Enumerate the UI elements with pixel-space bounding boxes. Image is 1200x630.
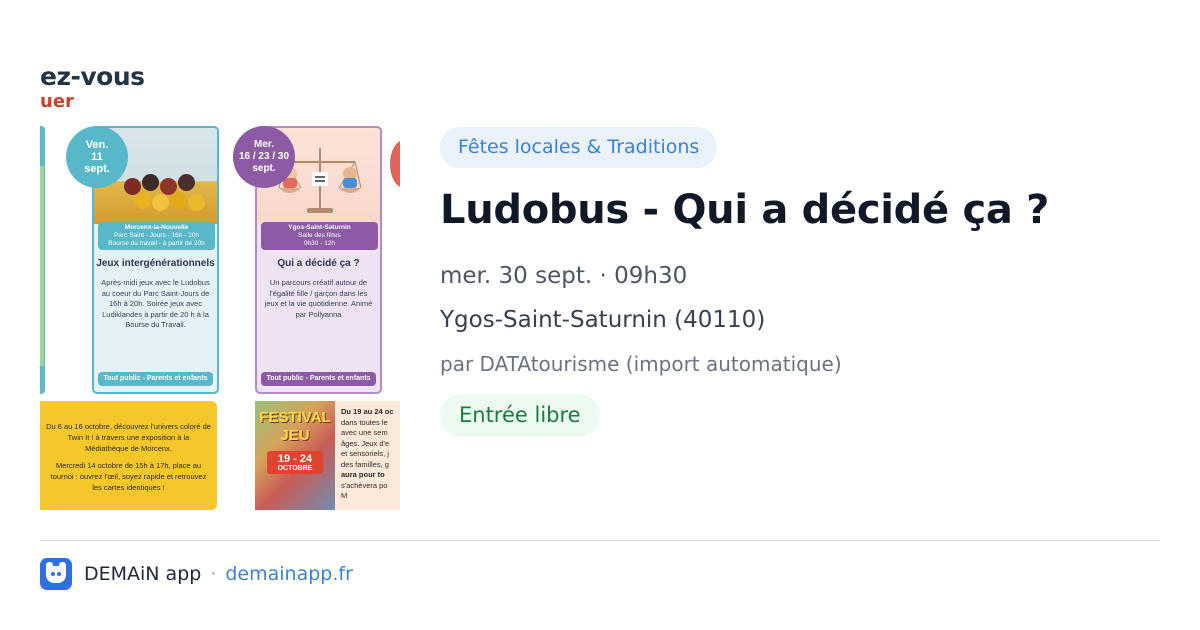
event-author: par DATAtourisme (import automatique) bbox=[440, 352, 842, 376]
poster-card-right-footer: Tout public - Parents et enfants bbox=[261, 372, 376, 386]
place-line: Morcenx-la-Nouvelle bbox=[124, 224, 189, 231]
poster-card-right-place: Ygos-Saint-Saturnin Salle des fêtes 9h30… bbox=[261, 222, 378, 250]
poster-date-bubble-right: Mer. 16 / 23 / 30 sept. bbox=[233, 126, 295, 188]
price-badge: Entrée libre bbox=[440, 394, 600, 437]
festival-word: FESTIVAL JEU bbox=[259, 409, 331, 444]
game-ball bbox=[188, 194, 205, 211]
poster-card-right-body: Un parcours créatif autour de l'égalité … bbox=[264, 278, 373, 319]
festival-dates: 19 - 24 OCTOBRE bbox=[267, 451, 323, 474]
peach-line: avec une sem bbox=[341, 428, 388, 437]
date-line: 11 bbox=[91, 151, 103, 163]
face bbox=[46, 566, 66, 583]
date-line: sept. bbox=[84, 163, 110, 175]
peach-line: et sensoriels, j bbox=[341, 449, 389, 458]
poster-festival-image: FESTIVAL JEU 19 - 24 OCTOBRE bbox=[255, 401, 335, 510]
game-ball bbox=[152, 194, 169, 211]
event-datetime: mer. 30 sept. · 09h30 bbox=[440, 263, 688, 289]
poster-card-left-footer: Tout public - Parents et enfants bbox=[98, 372, 213, 386]
game-ball bbox=[142, 174, 159, 191]
poster-date-bubble-left: Ven. 11 sept. bbox=[66, 126, 128, 188]
peach-line: Du 19 au 24 oc bbox=[341, 407, 394, 416]
place-line: Parc Saint - Jours - 16h - 20h bbox=[114, 232, 199, 239]
poster-yellow-text: Mercredi 14 octobre de 15h à 17h, place … bbox=[50, 461, 207, 492]
peach-line: M bbox=[341, 491, 348, 500]
app-link[interactable]: demainapp.fr bbox=[225, 563, 353, 585]
category-badge: Fêtes locales & Traditions bbox=[440, 127, 718, 168]
poster-card-left-title: Jeux intergénérationnels bbox=[96, 258, 215, 269]
festival-month: OCTOBRE bbox=[277, 465, 313, 472]
poster-heading: ez-vous bbox=[40, 62, 145, 91]
eye bbox=[57, 572, 61, 576]
place-line: Ygos-Saint-Saturnin bbox=[288, 224, 351, 231]
footer-divider bbox=[40, 540, 1160, 541]
peach-line: aura pour to bbox=[341, 470, 385, 479]
date-line: sept. bbox=[252, 163, 276, 174]
date-line: Mer. bbox=[253, 139, 274, 150]
app-name: DEMAiN app bbox=[84, 563, 202, 585]
poster-card-left-place: Morcenx-la-Nouvelle Parc Saint - Jours -… bbox=[98, 222, 215, 250]
peach-line: des familles, g bbox=[341, 459, 389, 469]
festival-days: 19 - 24 bbox=[277, 453, 313, 465]
poster-yellow-box: Du 6 au 16 octobre, découvrez l'univers … bbox=[40, 401, 217, 510]
game-ball bbox=[178, 174, 195, 191]
cat-face-icon bbox=[40, 558, 72, 590]
date-line: Ven. bbox=[85, 139, 109, 151]
game-ball bbox=[170, 192, 187, 209]
peach-line: âges. Jeux d'e bbox=[341, 438, 390, 448]
place-line: Salle des fêtes bbox=[298, 232, 341, 239]
event-title: Ludobus - Qui a décidé ça ? bbox=[440, 187, 1050, 233]
eye bbox=[51, 572, 55, 576]
poster-yellow-text: Du 6 au 16 octobre, découvrez l'univers … bbox=[46, 422, 211, 453]
poster-edge-bubble bbox=[390, 140, 400, 188]
poster-peach-box: Du 19 au 24 oc dans toutes le avec une s… bbox=[335, 401, 400, 510]
event-location: Ygos-Saint-Saturnin (40110) bbox=[440, 307, 766, 333]
peach-line: s'achèvera po bbox=[341, 480, 388, 490]
place-line: Bourse du travail - à partir de 20h bbox=[108, 240, 205, 247]
footer: DEMAiN app · demainapp.fr bbox=[40, 558, 353, 590]
game-ball bbox=[134, 192, 151, 209]
peach-line: dans toutes le bbox=[341, 417, 388, 427]
place-line: 9h30 - 12h bbox=[303, 240, 336, 247]
poster-card-left-body: Après-midi jeux avec le Ludobus au coeur… bbox=[101, 278, 210, 329]
poster-edge-card bbox=[40, 126, 45, 394]
footer-separator: · bbox=[210, 563, 217, 585]
poster-card-right-title: Qui a décidé ça ? bbox=[277, 258, 360, 269]
event-poster-image: ez-vous uer Morcenx-la-Nouvelle Parc Sai… bbox=[40, 60, 400, 510]
date-line: 16 / 23 / 30 bbox=[238, 151, 290, 162]
poster-subheading: uer bbox=[40, 91, 74, 112]
